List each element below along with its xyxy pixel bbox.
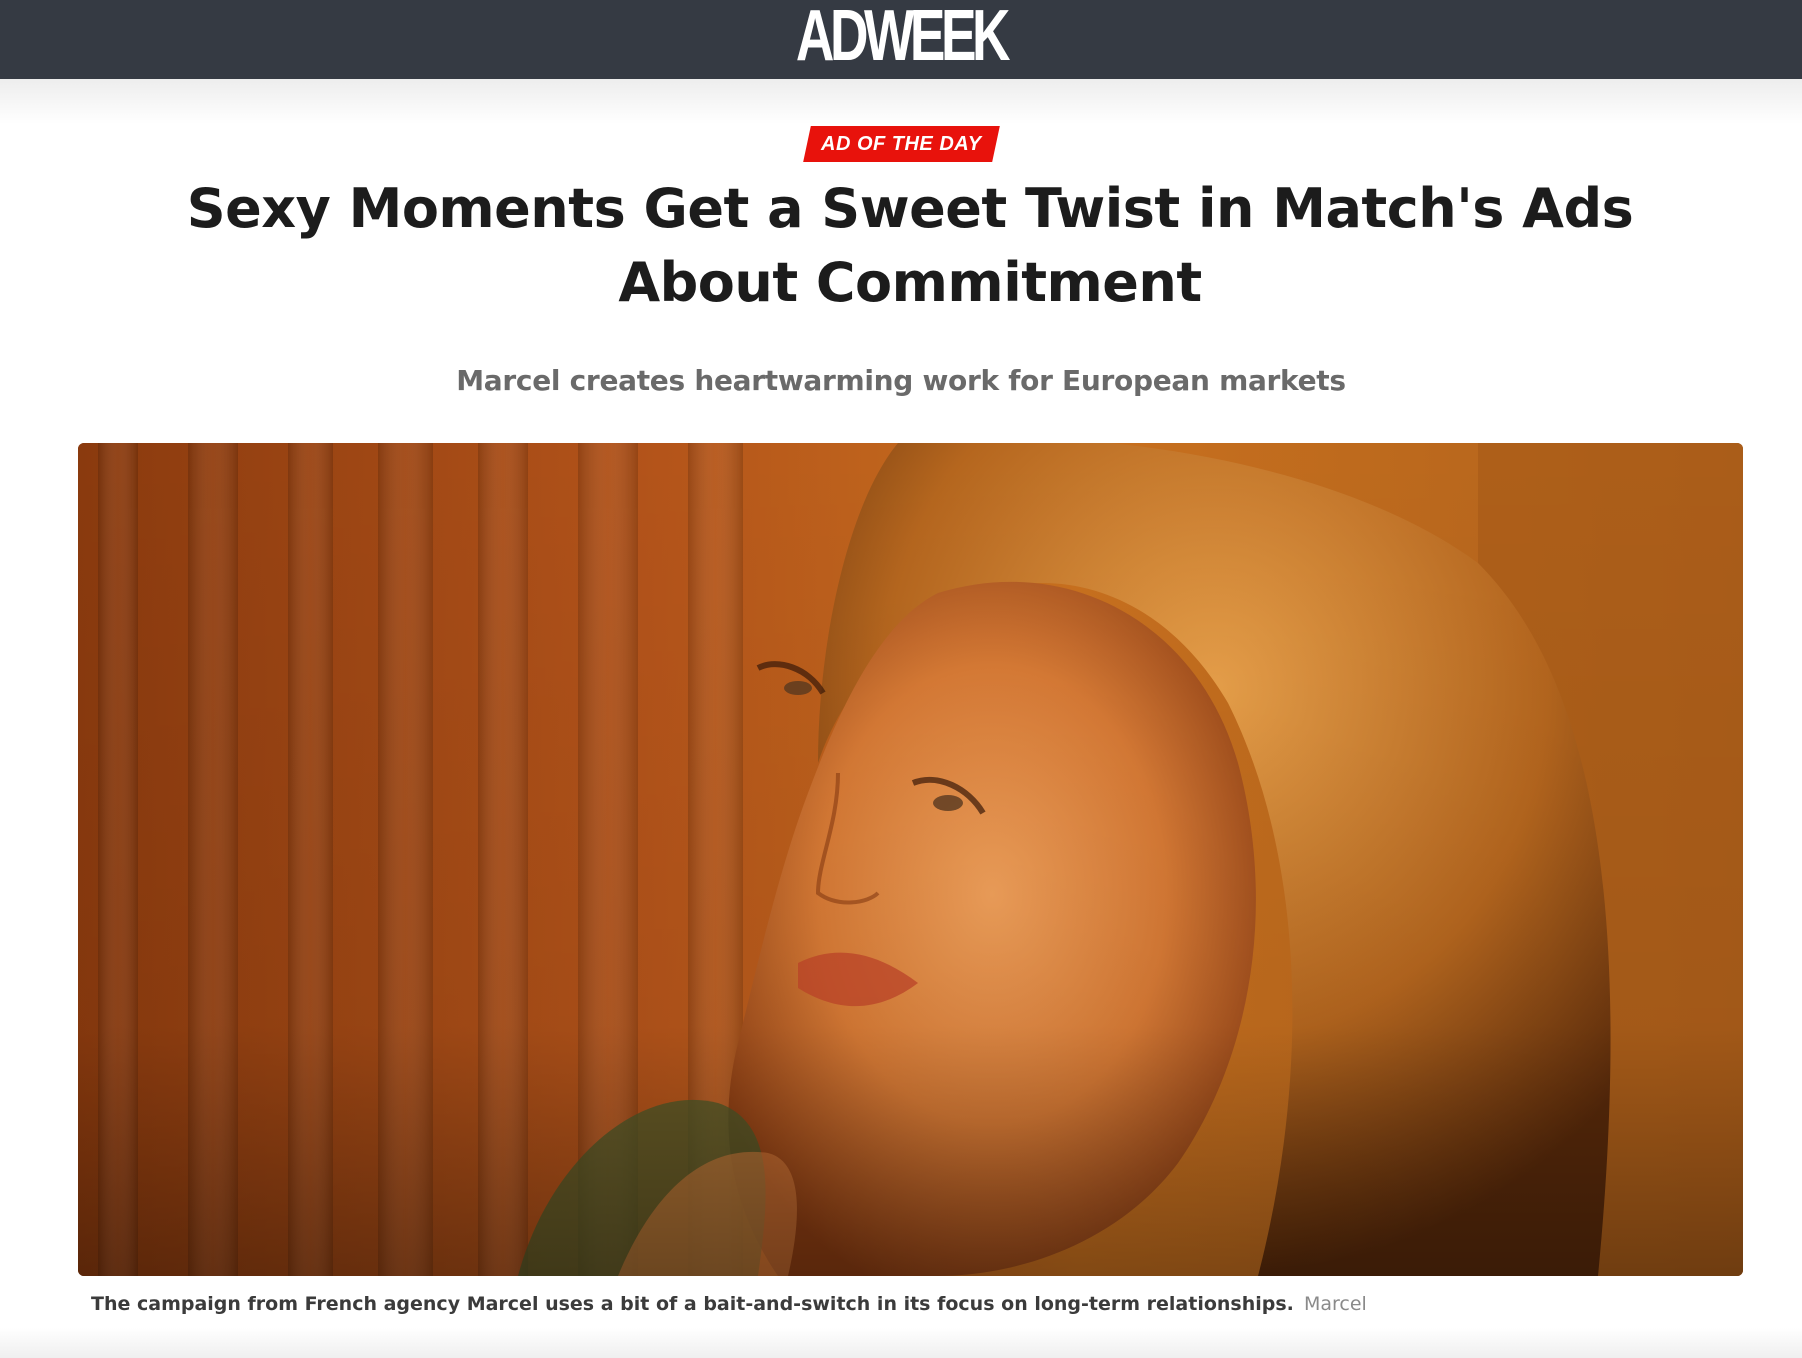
bottom-fade bbox=[0, 1328, 1802, 1358]
article-dek: Marcel creates heartwarming work for Eur… bbox=[456, 364, 1346, 397]
hero-photo-illustration bbox=[78, 443, 1743, 1276]
photo-credit: Marcel bbox=[1303, 1293, 1367, 1315]
category-badge-label: AD OF THE DAY bbox=[820, 133, 982, 155]
hero-caption: The campaign from French agency Marcel u… bbox=[91, 1293, 1741, 1315]
caption-text: The campaign from French agency Marcel u… bbox=[91, 1293, 1294, 1315]
article-headline: Sexy Moments Get a Sweet Twist in Match'… bbox=[186, 177, 1634, 314]
header-shadow bbox=[0, 79, 1802, 124]
adweek-logo[interactable]: ADWEEK bbox=[234, 0, 1567, 79]
category-badge-wrap: AD OF THE DAY bbox=[0, 126, 1802, 162]
site-header: ADWEEK bbox=[0, 0, 1802, 79]
category-badge[interactable]: AD OF THE DAY bbox=[802, 126, 1000, 162]
hero-image bbox=[78, 443, 1743, 1276]
